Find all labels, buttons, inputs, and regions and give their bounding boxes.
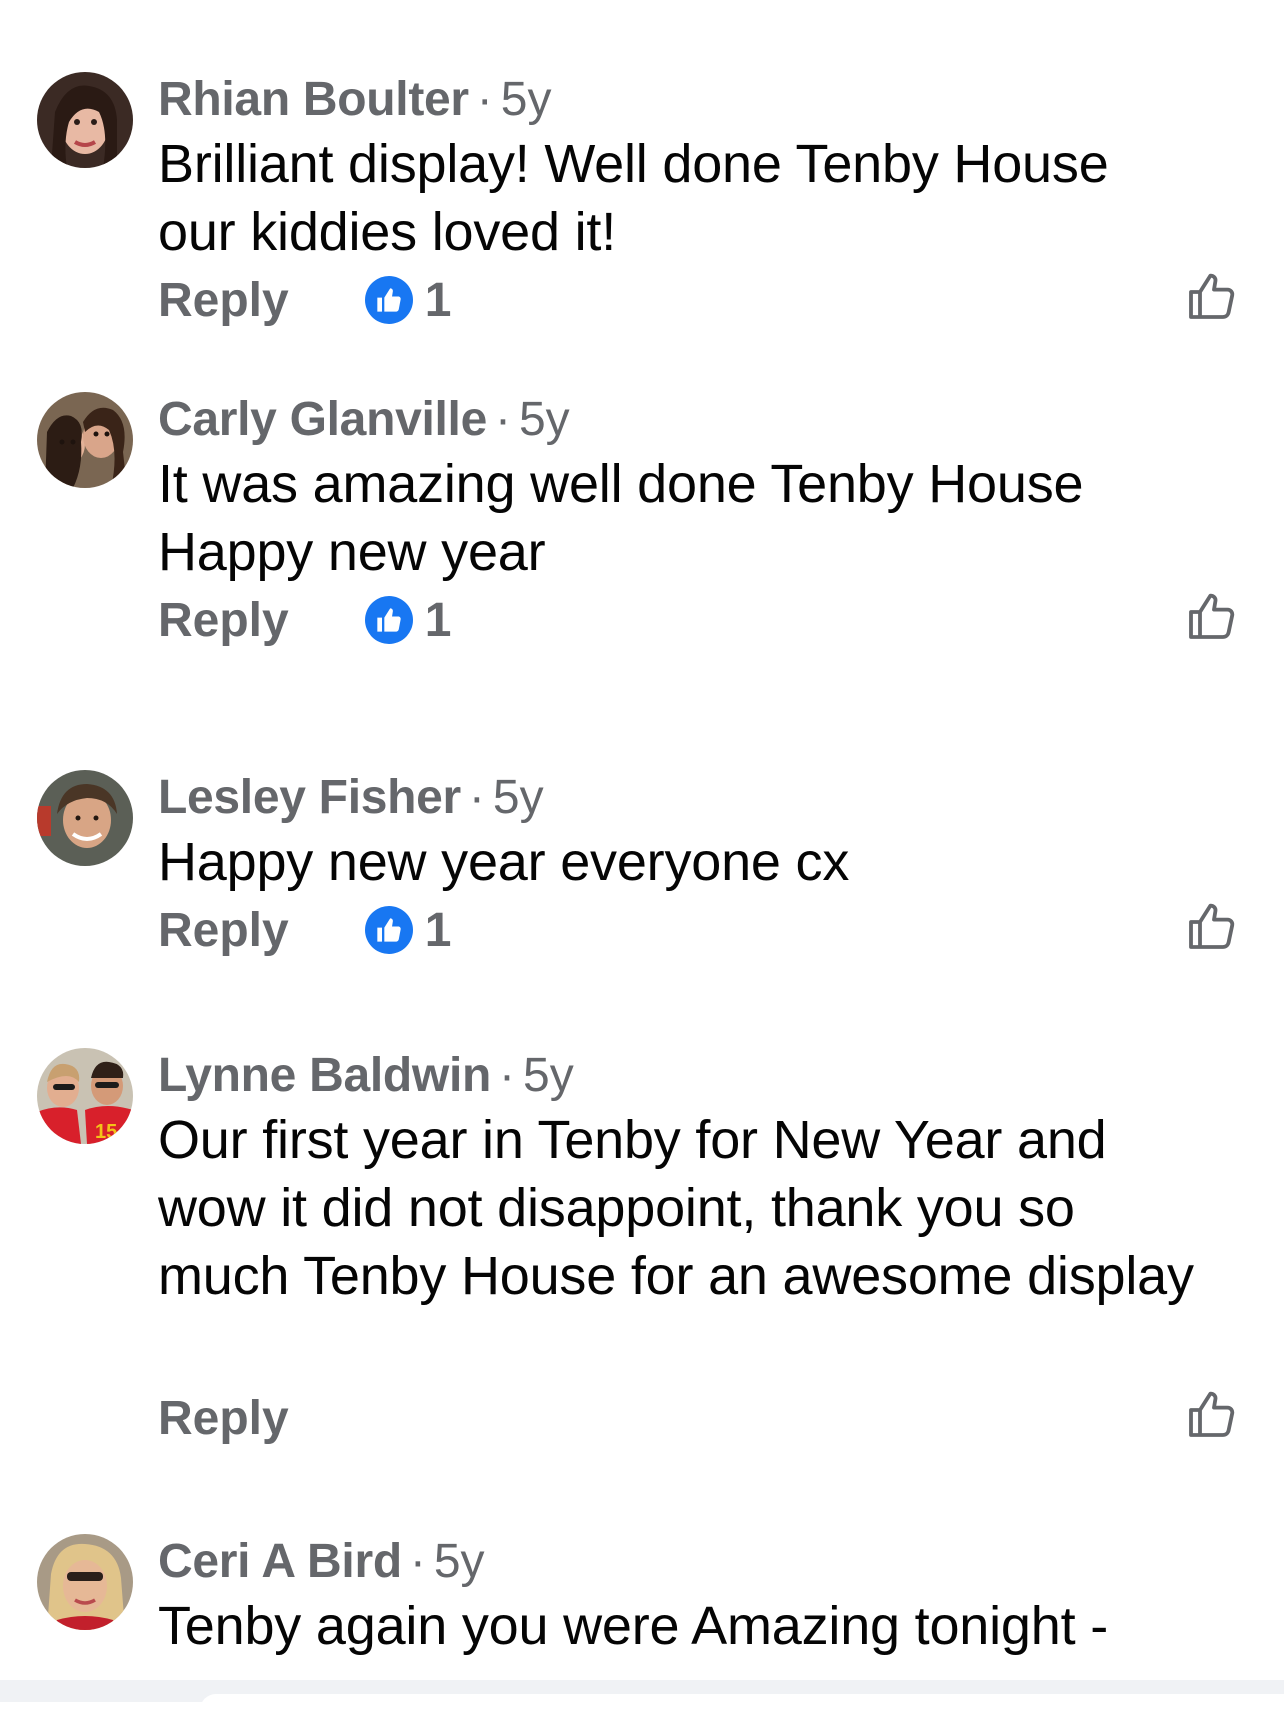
reaction-summary[interactable]: 1 xyxy=(364,593,452,648)
comment-text: It was amazing well done Tenby House Hap… xyxy=(158,454,1084,582)
avatar[interactable]: 15 xyxy=(37,1048,133,1144)
like-reaction-icon xyxy=(364,596,413,644)
reaction-summary[interactable]: 1 xyxy=(364,903,452,958)
reply-button[interactable]: Reply xyxy=(158,593,289,648)
author-name[interactable]: Ceri A Bird xyxy=(158,1535,402,1588)
thumbs-up-outline-icon xyxy=(1189,593,1235,639)
author-name[interactable]: Lesley Fisher xyxy=(158,771,461,824)
svg-text:15: 15 xyxy=(95,1121,117,1143)
comment-actions: Reply 1 xyxy=(158,592,451,648)
author-name[interactable]: Carly Glanville xyxy=(158,393,487,446)
separator-dot: · xyxy=(495,393,511,446)
separator-dot: · xyxy=(468,771,485,824)
thumbs-up-outline-icon xyxy=(1189,1391,1235,1437)
reaction-count: 1 xyxy=(424,273,452,327)
separator-dot: · xyxy=(409,1535,426,1588)
like-button[interactable] xyxy=(1186,270,1238,322)
composer-bar xyxy=(0,1680,1284,1714)
reaction-count: 1 xyxy=(424,903,452,957)
reply-button[interactable]: Reply xyxy=(158,273,289,328)
reply-button[interactable]: Reply xyxy=(158,903,289,958)
thumbs-up-outline-icon xyxy=(1189,273,1235,319)
timestamp[interactable]: 5y xyxy=(519,393,570,446)
like-button[interactable] xyxy=(1186,590,1238,642)
avatar[interactable] xyxy=(37,392,133,488)
comment-header: Lynne Baldwin · 5y xyxy=(158,1052,574,1100)
comment-text: Happy new year everyone cx xyxy=(158,832,850,892)
comment-actions: Reply 1 xyxy=(158,272,451,328)
thumbs-up-outline-icon xyxy=(1189,903,1235,949)
timestamp[interactable]: 5y xyxy=(501,73,552,126)
comment-text: Our first year in Tenby for New Year and… xyxy=(158,1110,1194,1306)
separator-dot: · xyxy=(499,1049,515,1102)
avatar[interactable] xyxy=(37,72,133,168)
like-button[interactable] xyxy=(1186,1388,1238,1440)
comment-text: Brilliant display! Well done Tenby House… xyxy=(158,134,1109,262)
timestamp[interactable]: 5y xyxy=(523,1049,574,1102)
like-reaction-icon xyxy=(364,906,413,954)
comment-header: Lesley Fisher · 5y xyxy=(158,774,544,822)
avatar[interactable] xyxy=(37,770,133,866)
comment-actions: Reply 1 xyxy=(158,902,451,958)
avatar[interactable] xyxy=(37,1534,133,1630)
separator-dot: · xyxy=(476,73,493,126)
comment-header: Rhian Boulter · 5y xyxy=(158,76,551,124)
comment-header: Carly Glanville · 5y xyxy=(158,396,570,444)
author-name[interactable]: Lynne Baldwin xyxy=(158,1049,491,1102)
reply-button[interactable]: Reply xyxy=(158,1391,289,1446)
author-name[interactable]: Rhian Boulter xyxy=(158,73,469,126)
reaction-count: 1 xyxy=(424,593,452,647)
comment-text: Tenby again you were Amazing tonight - xyxy=(158,1596,1108,1656)
comment-input[interactable] xyxy=(200,1694,1284,1714)
comment-header: Ceri A Bird · 5y xyxy=(158,1538,485,1586)
like-reaction-icon xyxy=(364,276,413,324)
like-button[interactable] xyxy=(1186,900,1238,952)
comment-actions: Reply xyxy=(158,1390,289,1446)
reaction-summary[interactable]: 1 xyxy=(364,273,452,328)
timestamp[interactable]: 5y xyxy=(493,771,544,824)
timestamp[interactable]: 5y xyxy=(434,1535,485,1588)
